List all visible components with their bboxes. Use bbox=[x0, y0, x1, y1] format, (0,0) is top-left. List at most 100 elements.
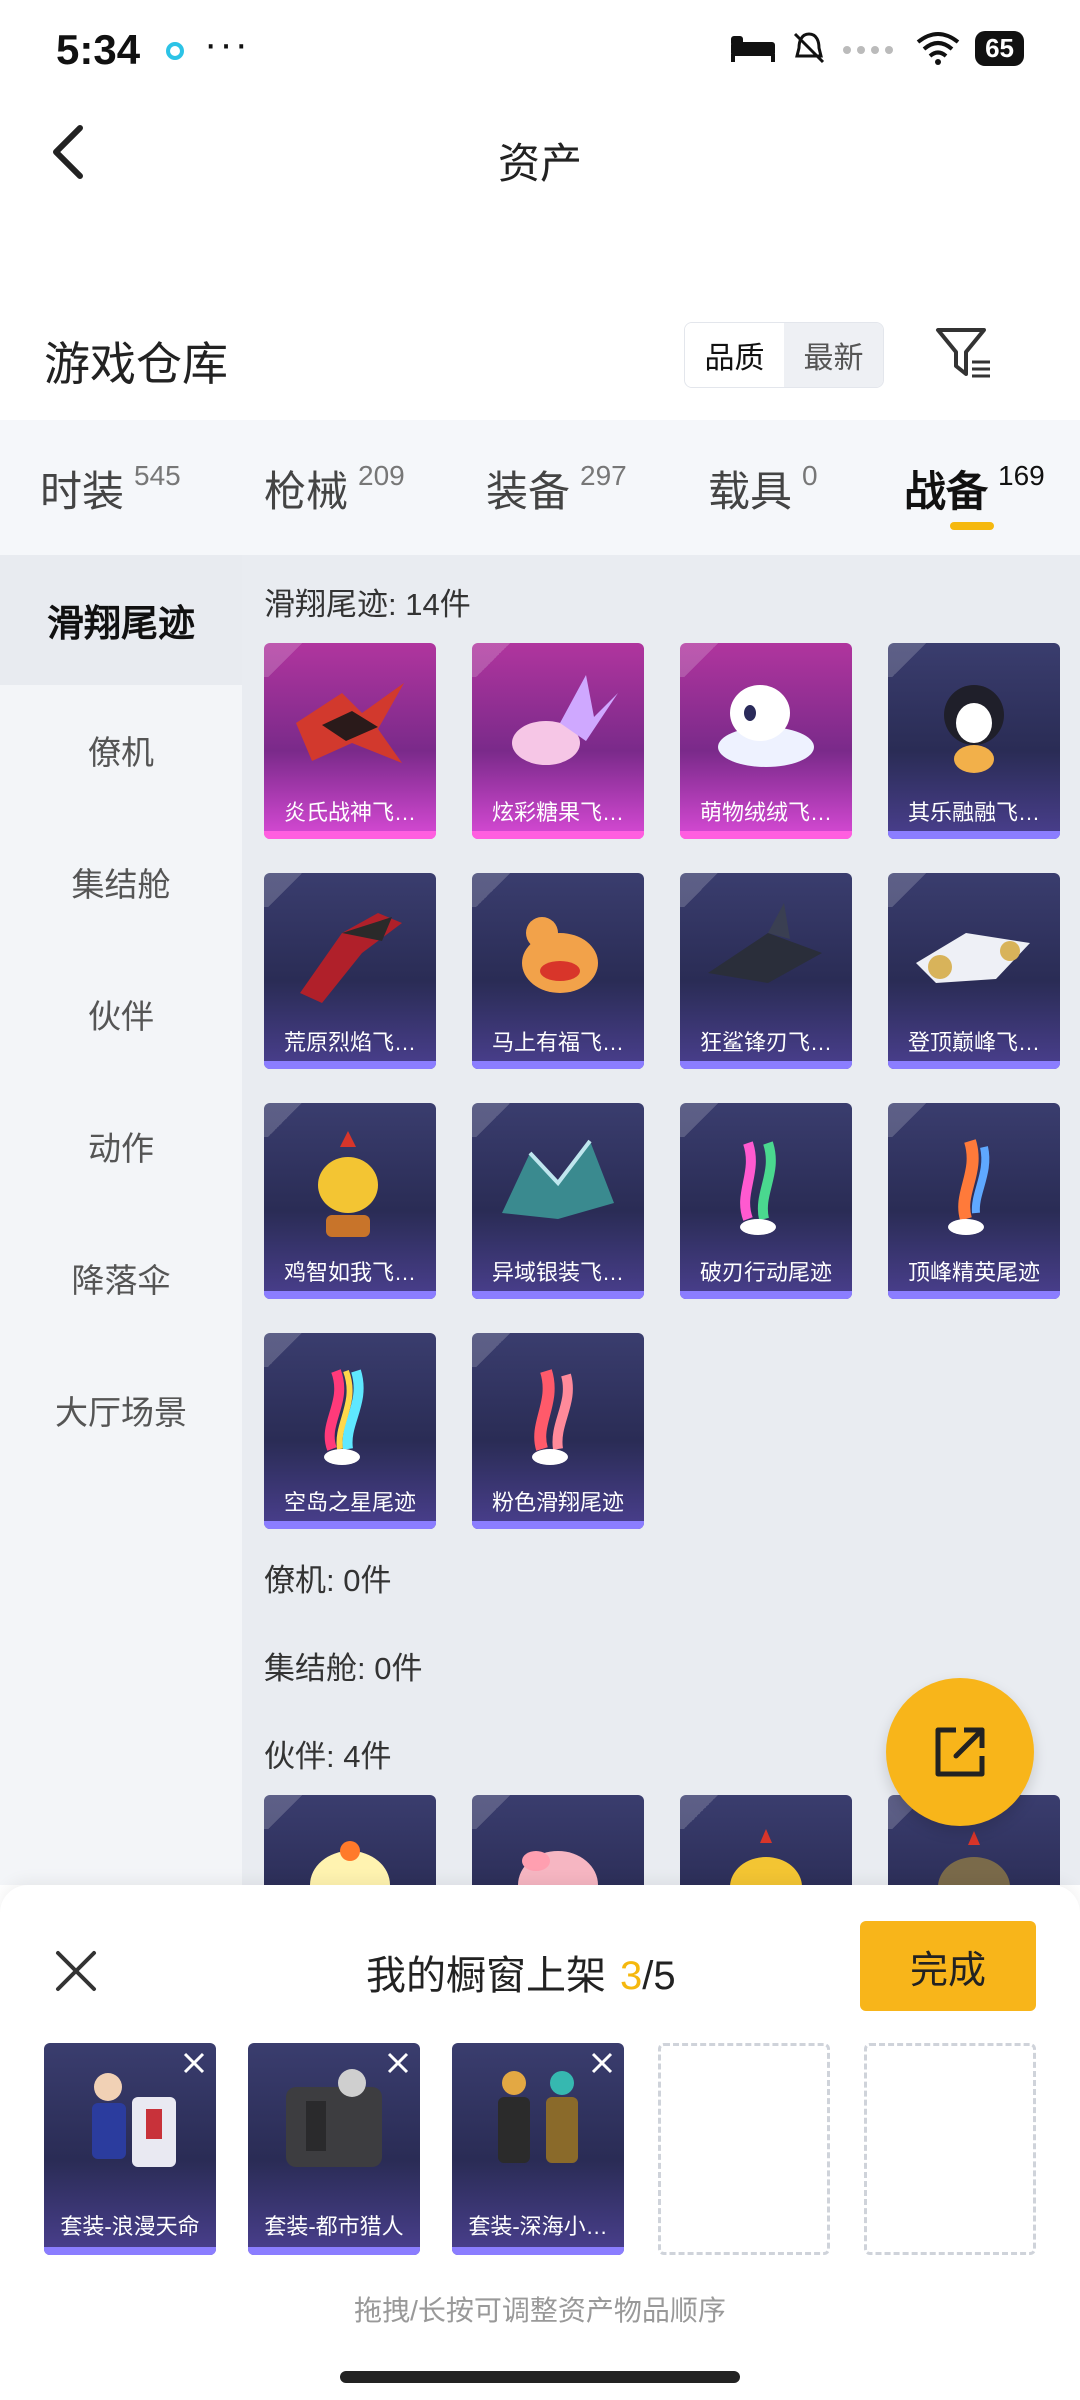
sidebar-item-glide-trail[interactable]: 滑翔尾迹 bbox=[0, 555, 242, 685]
glide-trail-art-icon bbox=[522, 917, 598, 993]
sidebar-item-partner[interactable]: 伙伴 bbox=[0, 949, 242, 1079]
showcase-count: 3 bbox=[620, 1954, 643, 1998]
remove-icon[interactable] bbox=[384, 2049, 412, 2077]
rarity-strip bbox=[472, 1061, 644, 1069]
glide-trail-card[interactable]: 登顶巅峰飞… bbox=[888, 873, 1060, 1069]
rarity-strip bbox=[472, 1291, 644, 1299]
showcase-item-name: 套装-浪漫天命 bbox=[60, 2214, 200, 2239]
glide-trail-card[interactable]: 荒原烈焰飞… bbox=[264, 873, 436, 1069]
partner-art-icon bbox=[518, 1851, 598, 1885]
sidebar-item-wingman[interactable]: 僚机 bbox=[0, 685, 242, 815]
rarity-strip bbox=[680, 1291, 852, 1299]
showcase-item-name: 套装-都市猎人 bbox=[264, 2214, 404, 2239]
filter-button[interactable] bbox=[930, 320, 996, 386]
remove-icon[interactable] bbox=[180, 2049, 208, 2077]
glide-trail-card[interactable]: 其乐融融飞… bbox=[888, 643, 1060, 839]
rarity-strip bbox=[888, 831, 1060, 839]
glide-trail-card[interactable]: 空岛之星尾迹 bbox=[264, 1333, 436, 1529]
warehouse-title: 游戏仓库 bbox=[44, 338, 228, 390]
tab-label: 枪械 bbox=[264, 468, 349, 515]
rarity-strip bbox=[888, 1061, 1060, 1069]
tab-combat-gear[interactable]: 战备 169 bbox=[904, 458, 1045, 519]
glide-trail-card[interactable]: 炫彩糖果飞… bbox=[472, 643, 644, 839]
share-external-icon bbox=[935, 1727, 985, 1777]
outfit-art-icon bbox=[286, 2069, 382, 2167]
glide-trail-card[interactable]: 顶峰精英尾迹 bbox=[888, 1103, 1060, 1299]
glide-trail-card[interactable]: 粉色滑翔尾迹 bbox=[472, 1333, 644, 1529]
showcase-title: 我的橱窗上架 3 /5 bbox=[366, 1943, 676, 2001]
glide-trail-art-icon bbox=[916, 933, 1030, 983]
rarity-strip bbox=[680, 1061, 852, 1069]
remove-icon[interactable] bbox=[588, 2049, 616, 2077]
glide-trail-card[interactable]: 萌物绒绒飞… bbox=[680, 643, 852, 839]
showcase-item[interactable]: 套装-深海小… bbox=[452, 2043, 624, 2255]
partner-card[interactable] bbox=[680, 1795, 852, 1885]
tab-count: 169 bbox=[998, 460, 1045, 491]
sort-quality-button[interactable]: 品质 bbox=[685, 323, 784, 387]
more-notifications-icon: ··· bbox=[204, 22, 250, 66]
close-button[interactable] bbox=[50, 1945, 102, 1997]
sort-newest-button[interactable]: 最新 bbox=[784, 323, 883, 387]
tab-fashion[interactable]: 时装 545 bbox=[40, 458, 181, 519]
status-bar: 5:34 ··· 65 bbox=[0, 0, 1080, 100]
item-name: 炎氏战神飞… bbox=[283, 800, 416, 825]
showcase-item[interactable]: 套装-都市猎人 bbox=[248, 2043, 420, 2255]
item-name: 萌物绒绒飞… bbox=[699, 800, 832, 825]
section-label-wingman: 僚机: 0件 bbox=[264, 1563, 392, 1598]
done-button[interactable]: 完成 bbox=[860, 1921, 1036, 2011]
tab-firearms[interactable]: 枪械 209 bbox=[264, 458, 405, 519]
rarity-strip bbox=[472, 831, 644, 839]
item-name: 炫彩糖果飞… bbox=[491, 800, 624, 825]
mute-bell-icon bbox=[794, 32, 825, 64]
showcase-item[interactable]: 套装-浪漫天命 bbox=[44, 2043, 216, 2255]
rarity-strip bbox=[264, 831, 436, 839]
glide-trail-card[interactable]: 炎氏战神飞… bbox=[264, 643, 436, 839]
tab-label: 时装 bbox=[40, 468, 125, 515]
glide-trail-card[interactable]: 破刃行动尾迹 bbox=[680, 1103, 852, 1299]
glide-trail-art-icon bbox=[512, 675, 618, 765]
sidebar-item-rally-pod[interactable]: 集结舱 bbox=[0, 817, 242, 947]
warehouse-row: 游戏仓库 品质 最新 bbox=[0, 300, 1080, 410]
glide-trail-card[interactable]: 异域银装飞… bbox=[472, 1103, 644, 1299]
partner-card[interactable] bbox=[472, 1795, 644, 1885]
showcase-title-text: 我的橱窗上架 bbox=[366, 1954, 606, 1998]
item-name: 粉色滑翔尾迹 bbox=[491, 1490, 624, 1515]
glide-trail-card[interactable]: 鸡智如我飞… bbox=[264, 1103, 436, 1299]
showcase-empty-slot[interactable] bbox=[864, 2043, 1036, 2255]
glide-trail-art-icon bbox=[708, 903, 822, 983]
tab-count: 209 bbox=[358, 460, 405, 491]
rarity-strip bbox=[264, 1291, 436, 1299]
glide-trail-card[interactable]: 狂鲨锋刃飞… bbox=[680, 873, 852, 1069]
header: 资产 bbox=[0, 100, 1080, 220]
glide-trail-card[interactable]: 马上有福飞… bbox=[472, 873, 644, 1069]
page-title: 资产 bbox=[497, 140, 582, 187]
filter-icon bbox=[936, 328, 990, 378]
sidebar-item-parachute[interactable]: 降落伞 bbox=[0, 1213, 242, 1343]
rarity-strip bbox=[472, 1521, 644, 1529]
category-tabs: 时装 545 枪械 209 装备 297 载具 0 战备 169 bbox=[0, 420, 1080, 555]
reorder-hint: 拖拽/长按可调整资产物品顺序 bbox=[354, 2295, 726, 2326]
battery-icon: 65 bbox=[975, 30, 1024, 66]
tab-equipment[interactable]: 装备 297 bbox=[486, 458, 627, 519]
tab-vehicles[interactable]: 载具 0 bbox=[708, 458, 818, 519]
tab-active-indicator bbox=[950, 522, 994, 530]
glide-trail-art-icon bbox=[532, 1369, 573, 1465]
item-name: 其乐融融飞… bbox=[907, 800, 1040, 825]
home-indicator[interactable] bbox=[340, 2371, 740, 2383]
sidebar-item-lobby-scene[interactable]: 大厅场景 bbox=[0, 1345, 242, 1475]
sidebar-item-emote[interactable]: 动作 bbox=[0, 1081, 242, 1211]
glide-trail-art-icon bbox=[948, 1139, 990, 1235]
glide-trail-art-icon bbox=[944, 685, 1004, 773]
bed-icon bbox=[731, 36, 776, 62]
showcase-empty-slot[interactable] bbox=[658, 2043, 830, 2255]
sort-toggle: 品质 最新 bbox=[684, 322, 884, 388]
rarity-strip bbox=[248, 2247, 420, 2255]
share-button[interactable] bbox=[886, 1678, 1034, 1826]
item-name: 马上有福飞… bbox=[491, 1030, 624, 1055]
item-name: 异域银装飞… bbox=[491, 1260, 624, 1285]
partner-card[interactable] bbox=[264, 1795, 436, 1885]
wifi-icon bbox=[916, 32, 960, 65]
close-icon bbox=[56, 1951, 96, 1991]
item-name: 鸡智如我飞… bbox=[283, 1260, 416, 1285]
rarity-strip bbox=[44, 2247, 216, 2255]
